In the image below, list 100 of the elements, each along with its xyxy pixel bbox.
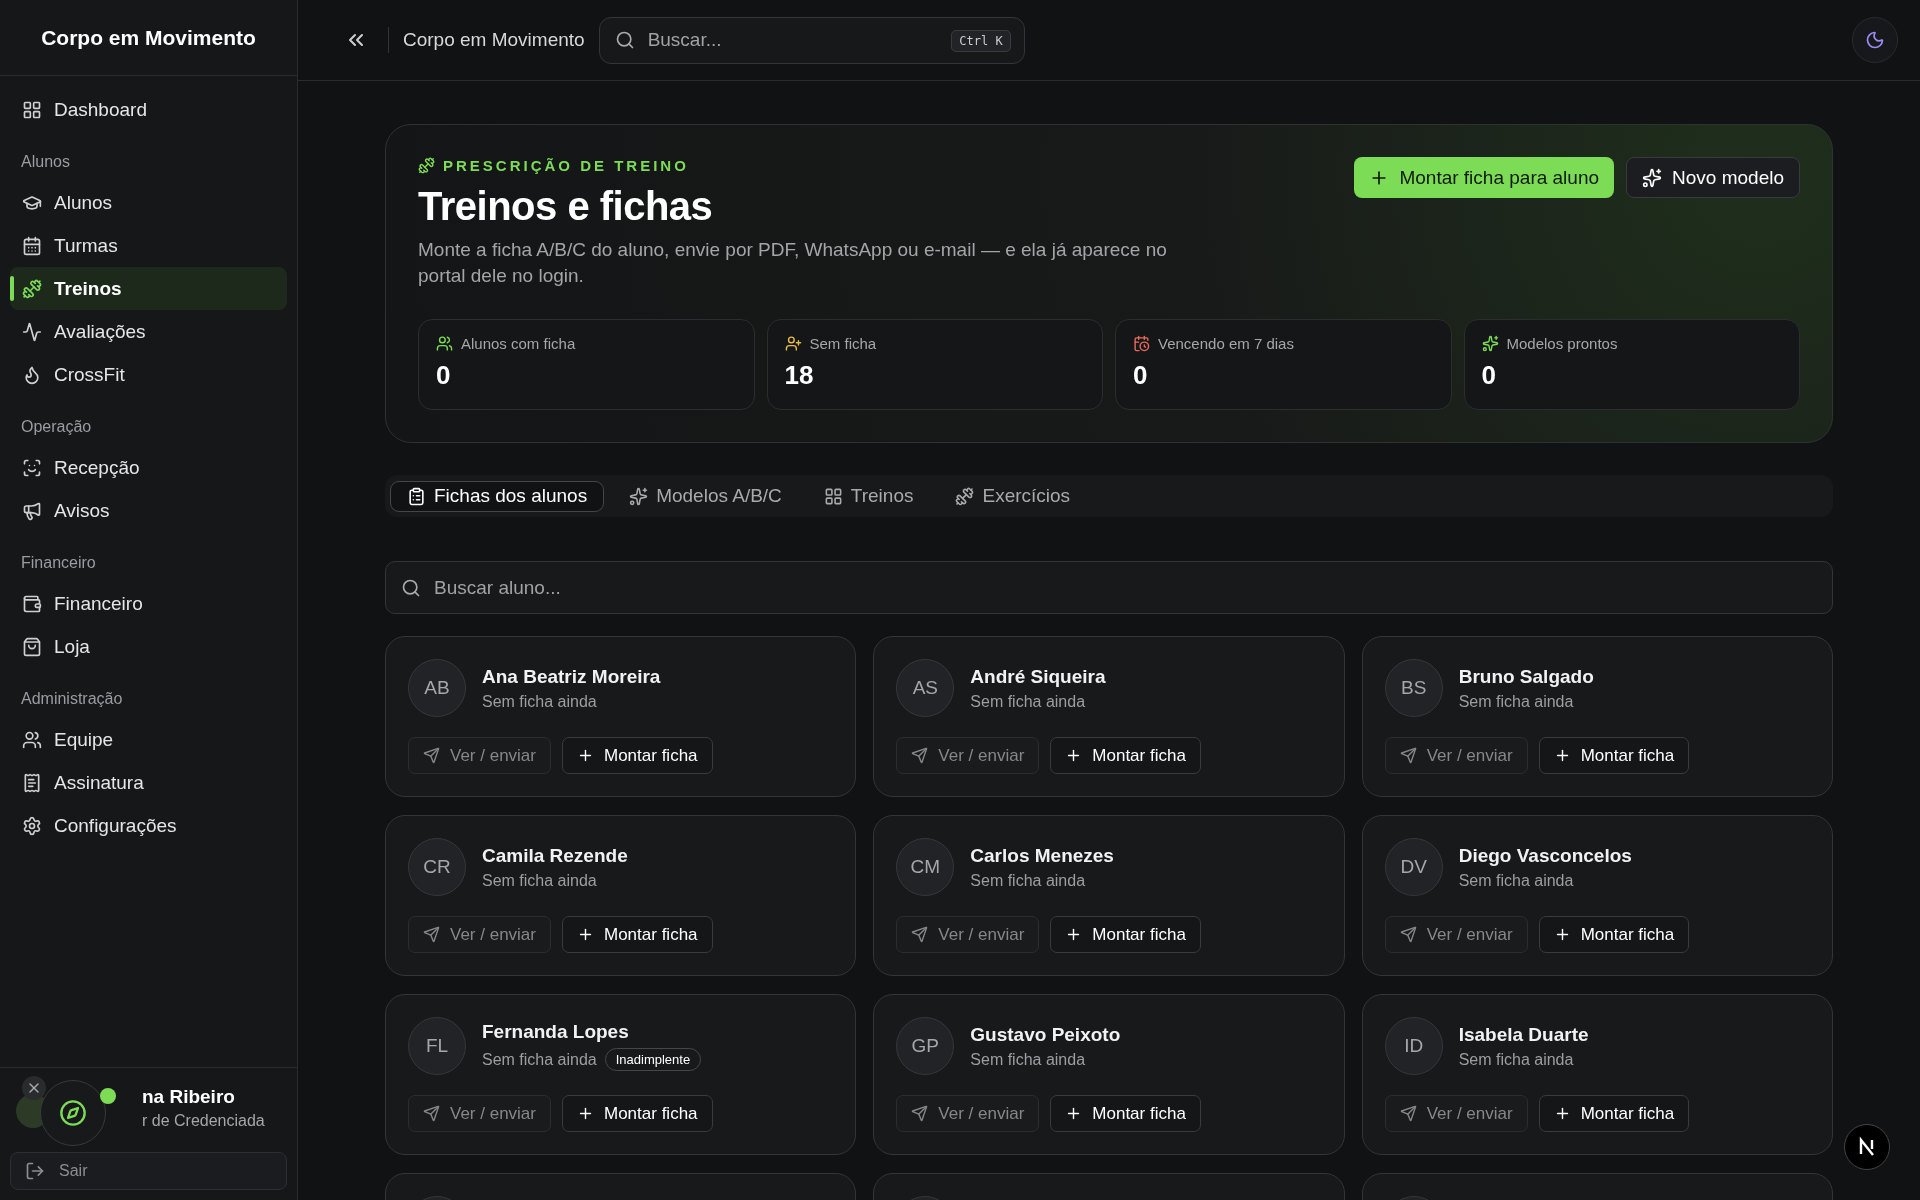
compass-icon xyxy=(59,1099,87,1127)
page-title: Treinos e fichas xyxy=(418,184,714,229)
student-search-field[interactable]: Buscar aluno... xyxy=(385,561,1833,614)
settings-icon xyxy=(22,815,42,836)
close-button[interactable] xyxy=(22,1076,46,1100)
student-status: Sem ficha ainda xyxy=(970,692,1086,711)
nav-section-title: Alunos xyxy=(20,152,71,172)
build-sheet-button[interactable]: Montar ficha xyxy=(1538,737,1690,774)
theme-toggle-button[interactable] xyxy=(1852,17,1898,63)
clipboard-icon xyxy=(407,486,426,506)
brand-title: Corpo em Movimento xyxy=(0,0,297,76)
grid-icon xyxy=(22,99,42,120)
nav-section-title: Administração xyxy=(20,689,124,709)
stat-label: Sem ficha xyxy=(809,335,877,352)
tab[interactable]: Fichas dos alunos xyxy=(390,480,605,512)
build-sheet-button[interactable]: Montar ficha xyxy=(1050,1095,1201,1132)
nav-item[interactable]: Turmas xyxy=(10,224,287,267)
pulse-icon xyxy=(22,321,42,342)
users-icon xyxy=(22,729,42,750)
breadcrumb: Corpo em Movimento xyxy=(403,29,585,51)
nav-item[interactable]: Financeiro xyxy=(10,582,287,625)
student-avatar: FL xyxy=(408,1017,466,1075)
send-icon xyxy=(911,747,929,764)
send-icon xyxy=(1399,747,1417,764)
eyebrow-label: PRESCRIÇÃO DE TREINO xyxy=(443,157,689,174)
view-send-button[interactable]: Ver / enviar xyxy=(1384,1095,1528,1132)
calendar-icon xyxy=(22,235,42,256)
nav-item[interactable]: Avisos xyxy=(10,489,287,532)
student-status: Sem ficha ainda xyxy=(482,871,597,890)
users-icon xyxy=(436,335,453,352)
stat-value: 0 xyxy=(1133,360,1149,391)
dumbbell-icon xyxy=(418,157,435,174)
nav-item[interactable]: Alunos xyxy=(10,181,287,224)
build-sheet-button[interactable]: Montar ficha xyxy=(562,916,713,953)
student-name: Gustavo Peixoto xyxy=(970,1023,1121,1046)
send-icon xyxy=(1399,1105,1417,1122)
view-send-button[interactable]: Ver / enviar xyxy=(1384,737,1528,774)
student-avatar: AB xyxy=(408,659,466,717)
shortcut-key: Ctrl K xyxy=(951,30,1011,52)
plus-icon xyxy=(577,926,594,943)
view-send-button[interactable]: Ver / enviar xyxy=(896,916,1040,953)
build-sheet-button[interactable]: Montar ficha xyxy=(1050,916,1201,953)
scan-icon xyxy=(22,457,42,478)
plus-icon xyxy=(577,1105,594,1122)
sparkles-icon xyxy=(1642,167,1663,188)
build-sheet-button[interactable]: Montar ficha xyxy=(562,737,713,774)
user-role: r de Credenciada xyxy=(142,1112,265,1130)
view-send-button[interactable]: Ver / enviar xyxy=(896,1095,1040,1132)
student-status: Sem ficha ainda xyxy=(1458,692,1574,711)
build-sheet-button[interactable]: Montar ficha xyxy=(1538,916,1690,953)
stat-value: 0 xyxy=(436,360,452,391)
view-send-button[interactable]: Ver / enviar xyxy=(408,1095,551,1132)
search-icon xyxy=(614,30,635,50)
logout-icon xyxy=(25,1161,45,1181)
view-send-button[interactable]: Ver / enviar xyxy=(1384,916,1528,953)
tab[interactable]: Modelos A/B/C xyxy=(612,480,799,512)
build-sheet-button[interactable]: Montar ficha para aluno xyxy=(1354,157,1615,198)
dumbbell-icon xyxy=(955,486,975,506)
student-avatar: GP xyxy=(896,1017,955,1075)
nav-item[interactable]: Assinatura xyxy=(10,761,287,804)
dumbbell-icon xyxy=(22,278,42,299)
view-send-button[interactable]: Ver / enviar xyxy=(896,737,1040,774)
student-name: Camila Rezende xyxy=(482,844,628,867)
send-icon xyxy=(911,926,929,943)
nav-item[interactable]: Avaliações xyxy=(10,310,287,353)
student-name: Ana Beatriz Moreira xyxy=(482,665,661,688)
nav-item[interactable]: Treinos xyxy=(10,267,287,310)
megaphone-icon xyxy=(22,500,42,521)
student-status: Sem ficha ainda xyxy=(482,1050,597,1069)
student-status: Sem ficha ainda xyxy=(970,871,1086,890)
student-status: Sem ficha ainda xyxy=(482,692,597,711)
tab[interactable]: Treinos xyxy=(806,480,931,512)
view-send-button[interactable]: Ver / enviar xyxy=(408,916,551,953)
flame-icon xyxy=(22,364,42,385)
plus-icon xyxy=(577,747,594,764)
nav-item[interactable]: Dashboard xyxy=(10,88,287,131)
stat-label: Vencendo em 7 dias xyxy=(1158,335,1294,352)
student-name: Bruno Salgado xyxy=(1458,665,1594,688)
send-icon xyxy=(423,747,440,764)
student-avatar: BS xyxy=(1384,659,1443,717)
next-logo-button[interactable] xyxy=(1844,1124,1890,1170)
receipt-icon xyxy=(22,772,42,793)
nav-item[interactable]: Configurações xyxy=(10,804,287,847)
send-icon xyxy=(911,1105,929,1122)
search-icon xyxy=(401,577,421,598)
new-template-button[interactable]: Novo modelo xyxy=(1626,157,1800,198)
build-sheet-button[interactable]: Montar ficha xyxy=(1538,1095,1690,1132)
build-sheet-button[interactable]: Montar ficha xyxy=(562,1095,713,1132)
student-avatar: CM xyxy=(896,838,955,896)
nav-item[interactable]: Loja xyxy=(10,625,287,668)
logout-button[interactable]: Sair xyxy=(10,1152,287,1190)
build-sheet-button[interactable]: Montar ficha xyxy=(1050,737,1201,774)
tab[interactable]: Exercícios xyxy=(938,480,1088,512)
nav-item[interactable]: CrossFit xyxy=(10,353,287,396)
student-avatar: AS xyxy=(896,659,955,717)
nav-item[interactable]: Equipe xyxy=(10,718,287,761)
stat-value: 18 xyxy=(784,360,815,391)
view-send-button[interactable]: Ver / enviar xyxy=(408,737,551,774)
page-description: Monte a ficha A/B/C do aluno, envie por PDF, WhatsApp ou e-mail — e ela já aparece no portal dele no login. xyxy=(418,238,1168,288)
nav-item[interactable]: Recepção xyxy=(10,446,287,489)
